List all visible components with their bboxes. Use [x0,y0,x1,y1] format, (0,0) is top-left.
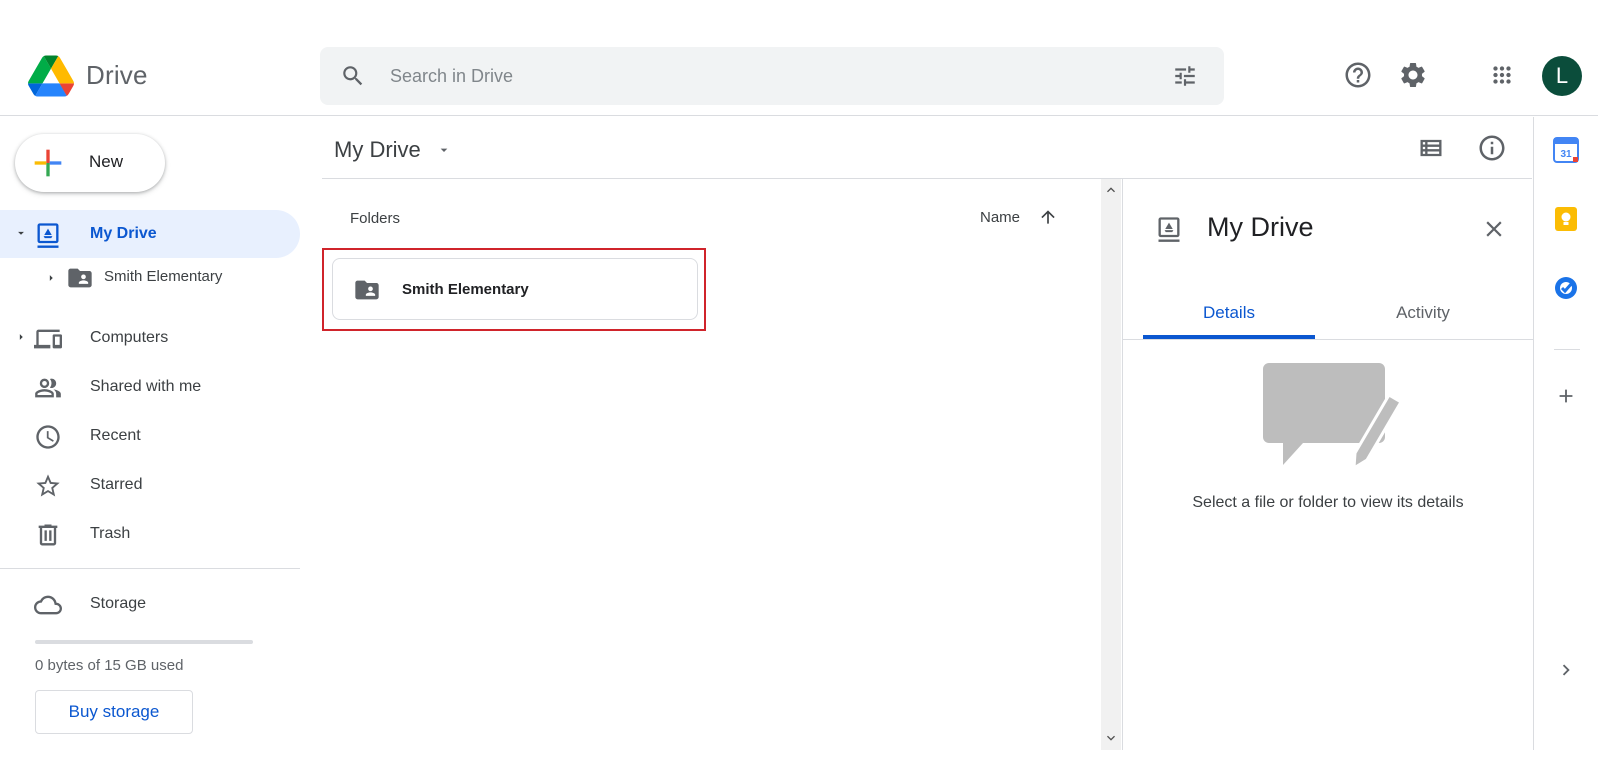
sidebar-item-trash[interactable]: Trash [0,510,300,558]
calendar-day: 31 [1560,149,1572,160]
details-panel: My Drive Details Activity Select a file … [1122,179,1533,750]
keep-icon [1555,207,1577,231]
sidebar-item-shared-with-me[interactable]: Shared with me [0,363,300,411]
apps-launcher-button[interactable] [1485,58,1519,92]
app-brand: Drive [86,60,148,90]
sidebar-item-starred[interactable]: Starred [0,461,300,509]
folder-card[interactable]: Smith Elementary [332,258,698,320]
settings-button[interactable] [1396,58,1430,92]
people-icon [35,378,61,398]
arrow-up-icon[interactable] [1038,207,1058,227]
sidebar-item-label: Trash [90,525,131,542]
view-details-button[interactable] [1475,131,1509,165]
shared-folder-icon [68,268,92,288]
close-icon [1486,221,1502,237]
sidebar-item-recent[interactable]: Recent [0,412,300,460]
computers-icon [34,329,62,349]
sidebar-item-label: Computers [90,329,169,346]
shared-folder-icon [355,280,379,300]
storage-label: Storage [90,595,147,612]
scroll-down-icon[interactable] [1103,730,1119,746]
sidebar-item-storage[interactable]: Storage [0,580,300,628]
account-avatar[interactable]: L [1542,56,1582,96]
drive-logo-icon[interactable] [28,55,74,97]
list-view-button[interactable] [1414,131,1448,165]
tasks-button[interactable] [1551,273,1581,303]
folders-section-label: Folders [350,210,401,227]
folder-name: Smith Elementary [402,281,529,298]
chevron-right-icon [1562,664,1570,676]
search-options-icon[interactable] [1172,63,1198,89]
comment-edit-illustration-icon [1263,363,1403,471]
plus-icon [34,149,62,177]
sort-by-name-button[interactable]: Name [980,209,1020,226]
tab-activity[interactable]: Activity [1333,289,1513,339]
trash-icon [38,524,58,546]
search-bar[interactable] [320,47,1224,105]
tabs-divider [1123,339,1533,340]
sidebar-divider [0,568,300,569]
search-icon[interactable] [340,63,366,89]
caret-down-icon[interactable] [14,226,28,240]
gear-icon [1401,62,1425,87]
top-bar: Drive L [0,0,1598,116]
search-input[interactable] [390,61,1130,91]
show-side-panel-button[interactable] [1551,655,1581,685]
sidebar-item-label: Starred [90,476,143,493]
clock-icon [36,425,60,449]
calendar-button[interactable]: 31 [1551,135,1581,165]
storage-usage-text: 0 bytes of 15 GB used [35,657,184,674]
main-header: My Drive [322,117,1532,179]
main-scrollbar[interactable] [1101,179,1121,750]
sidebar-item-my-drive[interactable]: My Drive [0,210,300,258]
get-addons-button[interactable] [1551,381,1581,411]
new-button[interactable]: New [15,134,165,192]
page-title[interactable]: My Drive [334,137,421,163]
scroll-up-icon[interactable] [1103,182,1119,198]
my-drive-icon [37,223,59,248]
storage-usage-bar [35,640,253,644]
add-icon [1559,389,1573,403]
sidebar-item-label: Shared with me [90,378,202,395]
tasks-icon [1555,277,1577,299]
my-drive-icon [1158,217,1180,242]
list-view-icon [1420,139,1442,157]
keep-button[interactable] [1551,204,1581,234]
help-icon [1345,62,1371,88]
rail-divider [1554,349,1580,350]
sidebar-item-label: Recent [90,427,141,444]
tab-details[interactable]: Details [1143,289,1315,339]
details-empty-text: Select a file or folder to view its deta… [1192,494,1464,511]
cloud-icon [34,595,62,615]
sidebar-item-label: Smith Elementary [104,268,223,285]
sidebar-item-computers[interactable]: Computers [0,314,300,362]
caret-right-icon[interactable] [44,271,58,285]
close-details-button[interactable] [1479,214,1509,244]
sidebar-item-smith-elementary[interactable]: Smith Elementary [0,257,300,305]
side-apps-rail: 31 [1533,117,1598,750]
details-title: My Drive [1207,212,1314,242]
help-button[interactable] [1341,58,1375,92]
caret-down-icon[interactable] [436,142,452,158]
info-icon [1479,135,1505,161]
new-button-label: New [89,152,124,171]
buy-storage-button[interactable]: Buy storage [35,690,193,734]
calendar-icon: 31 [1553,137,1579,163]
sidebar-item-label: My Drive [90,225,157,242]
star-icon [36,474,60,497]
caret-right-icon[interactable] [14,330,28,344]
apps-grid-icon [1493,66,1511,84]
